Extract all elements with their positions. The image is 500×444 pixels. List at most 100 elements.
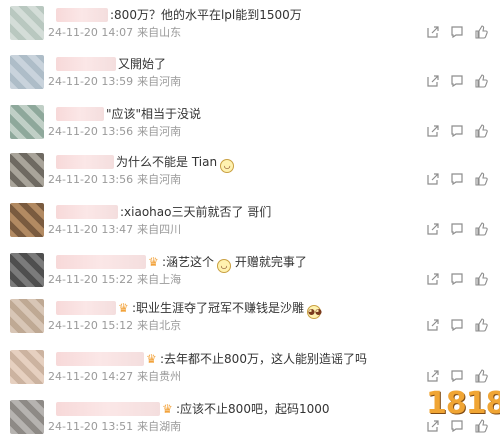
thumbs-up-icon[interactable] (474, 25, 488, 39)
avatar[interactable] (10, 55, 44, 89)
comment-actions (420, 172, 490, 188)
comment-actions (420, 222, 490, 238)
comment-location: 来自河南 (137, 125, 182, 138)
comment-meta: 24-11-20 13:56 来自河南 (48, 125, 181, 139)
thumbs-up-icon[interactable] (474, 124, 488, 138)
comment-location: 来自湖南 (137, 420, 182, 433)
avatar[interactable] (10, 400, 44, 434)
comment-text-main: :涵艺这个 (162, 255, 215, 269)
comment-icon[interactable] (450, 172, 464, 186)
share-icon[interactable] (426, 124, 440, 138)
comment-text: 又開始了 (118, 57, 166, 71)
username[interactable] (56, 352, 144, 366)
share-icon[interactable] (426, 25, 440, 39)
comment-timestamp: 24-11-20 13:56 (48, 125, 134, 138)
crown-badge-icon: ♛ (146, 352, 157, 366)
comment-icon[interactable] (450, 25, 464, 39)
share-icon[interactable] (426, 74, 440, 88)
comment-actions (420, 318, 490, 334)
share-icon[interactable] (426, 222, 440, 236)
thumbs-up-icon[interactable] (474, 74, 488, 88)
comment-text: :应该不止800吧，起码1000 (176, 402, 330, 416)
comment-icon[interactable] (450, 74, 464, 88)
comment-text: :800万？他的水平在lpl能到1500万 (110, 8, 302, 22)
comment-icon[interactable] (450, 222, 464, 236)
comment-icon[interactable] (450, 272, 464, 286)
comment-icon[interactable] (450, 124, 464, 138)
username[interactable] (56, 301, 116, 315)
comment-text: :职业生涯夺了冠军不赚钱是沙雕 ◕◕ (132, 301, 322, 319)
comment-location: 来自北京 (137, 319, 182, 332)
comment-timestamp: 24-11-20 13:59 (48, 75, 134, 88)
laugh-emoji-icon: ◕◕ (307, 305, 322, 319)
comment-icon[interactable] (450, 318, 464, 332)
comment-timestamp: 24-11-20 13:51 (48, 420, 134, 433)
username[interactable] (56, 255, 146, 269)
comment-text: "应该"相当于没说 (106, 107, 201, 121)
comment-actions (420, 124, 490, 140)
username[interactable] (56, 205, 118, 219)
comment-timestamp: 24-11-20 15:12 (48, 319, 134, 332)
avatar[interactable] (10, 153, 44, 187)
avatar[interactable] (10, 350, 44, 384)
comment-text-main: :应该不止800吧，起码1000 (176, 402, 330, 416)
comment-text: :涵艺这个 ◡ 开赠就完事了 (162, 255, 307, 273)
comment-meta: 24-11-20 15:12 来自北京 (48, 319, 181, 333)
comment-meta: 24-11-20 14:07 来自山东 (48, 26, 181, 40)
share-icon[interactable] (426, 318, 440, 332)
comment-meta: 24-11-20 13:47 来自四川 (48, 223, 181, 237)
site-watermark-logo: 18183 (426, 386, 500, 421)
comment-actions (420, 25, 490, 41)
comment-actions (420, 74, 490, 90)
thumbs-up-icon[interactable] (474, 272, 488, 286)
comment-timestamp: 24-11-20 14:07 (48, 26, 134, 39)
comment-timestamp: 24-11-20 13:47 (48, 223, 134, 236)
crown-badge-icon: ♛ (118, 301, 129, 315)
crown-badge-icon: ♛ (162, 402, 173, 416)
avatar[interactable] (10, 105, 44, 139)
face-emoji-icon: ◡ (220, 159, 235, 173)
thumbs-up-icon[interactable] (474, 318, 488, 332)
username[interactable] (56, 107, 104, 121)
comment-text: :去年都不止800万，这人能别造谣了吗 (160, 352, 367, 366)
comment-meta: 24-11-20 13:56 来自河南 (48, 173, 181, 187)
avatar[interactable] (10, 299, 44, 333)
comment-text-main: "应该"相当于没说 (106, 107, 202, 121)
comment-actions (420, 272, 490, 288)
crown-badge-icon: ♛ (148, 255, 159, 269)
comment-location: 来自山东 (137, 26, 182, 39)
avatar[interactable] (10, 203, 44, 237)
comment-location: 来自河南 (137, 75, 182, 88)
thumbs-up-icon[interactable] (474, 172, 488, 186)
comment-meta: 24-11-20 13:51 来自湖南 (48, 420, 181, 434)
comment-location: 来自河南 (137, 173, 182, 186)
comment-text-main: 又開始了 (118, 57, 167, 71)
comment-location: 来自四川 (137, 223, 182, 236)
comment-timestamp: 24-11-20 14:27 (48, 370, 134, 383)
comment-meta: 24-11-20 13:59 来自河南 (48, 75, 181, 89)
comment-timestamp: 24-11-20 15:22 (48, 273, 134, 286)
username[interactable] (56, 8, 108, 22)
comment-location: 来自贵州 (137, 370, 182, 383)
comment-location: 来自上海 (137, 273, 182, 286)
thumbs-up-icon[interactable] (474, 222, 488, 236)
comment-text-main: :职业生涯夺了冠军不赚钱是沙雕 (132, 301, 305, 315)
comment-text-main: :xiaohao三天前就否了 哥们 (120, 205, 272, 219)
comment-meta: 24-11-20 14:27 来自贵州 (48, 370, 181, 384)
share-icon[interactable] (426, 172, 440, 186)
avatar[interactable] (10, 253, 44, 287)
comment-text-tail: 开赠就完事了 (231, 255, 307, 269)
grin-emoji-icon: ◡ (217, 259, 232, 273)
username[interactable] (56, 57, 116, 71)
share-icon[interactable] (426, 272, 440, 286)
comment-text-main: :去年都不止800万，这人能别造谣了吗 (160, 352, 367, 366)
username[interactable] (56, 155, 114, 169)
username[interactable] (56, 402, 160, 416)
comment-meta: 24-11-20 15:22 来自上海 (48, 273, 181, 287)
comment-text-main: :800万？他的水平在lpl能到1500万 (110, 8, 302, 22)
avatar[interactable] (10, 6, 44, 40)
comment-text: :xiaohao三天前就否了 哥们 (120, 205, 271, 219)
comment-text-main: 为什么不能是 Tian (116, 155, 218, 169)
comment-timestamp: 24-11-20 13:56 (48, 173, 134, 186)
comment-text: 为什么不能是 Tian ◡ (116, 155, 235, 173)
